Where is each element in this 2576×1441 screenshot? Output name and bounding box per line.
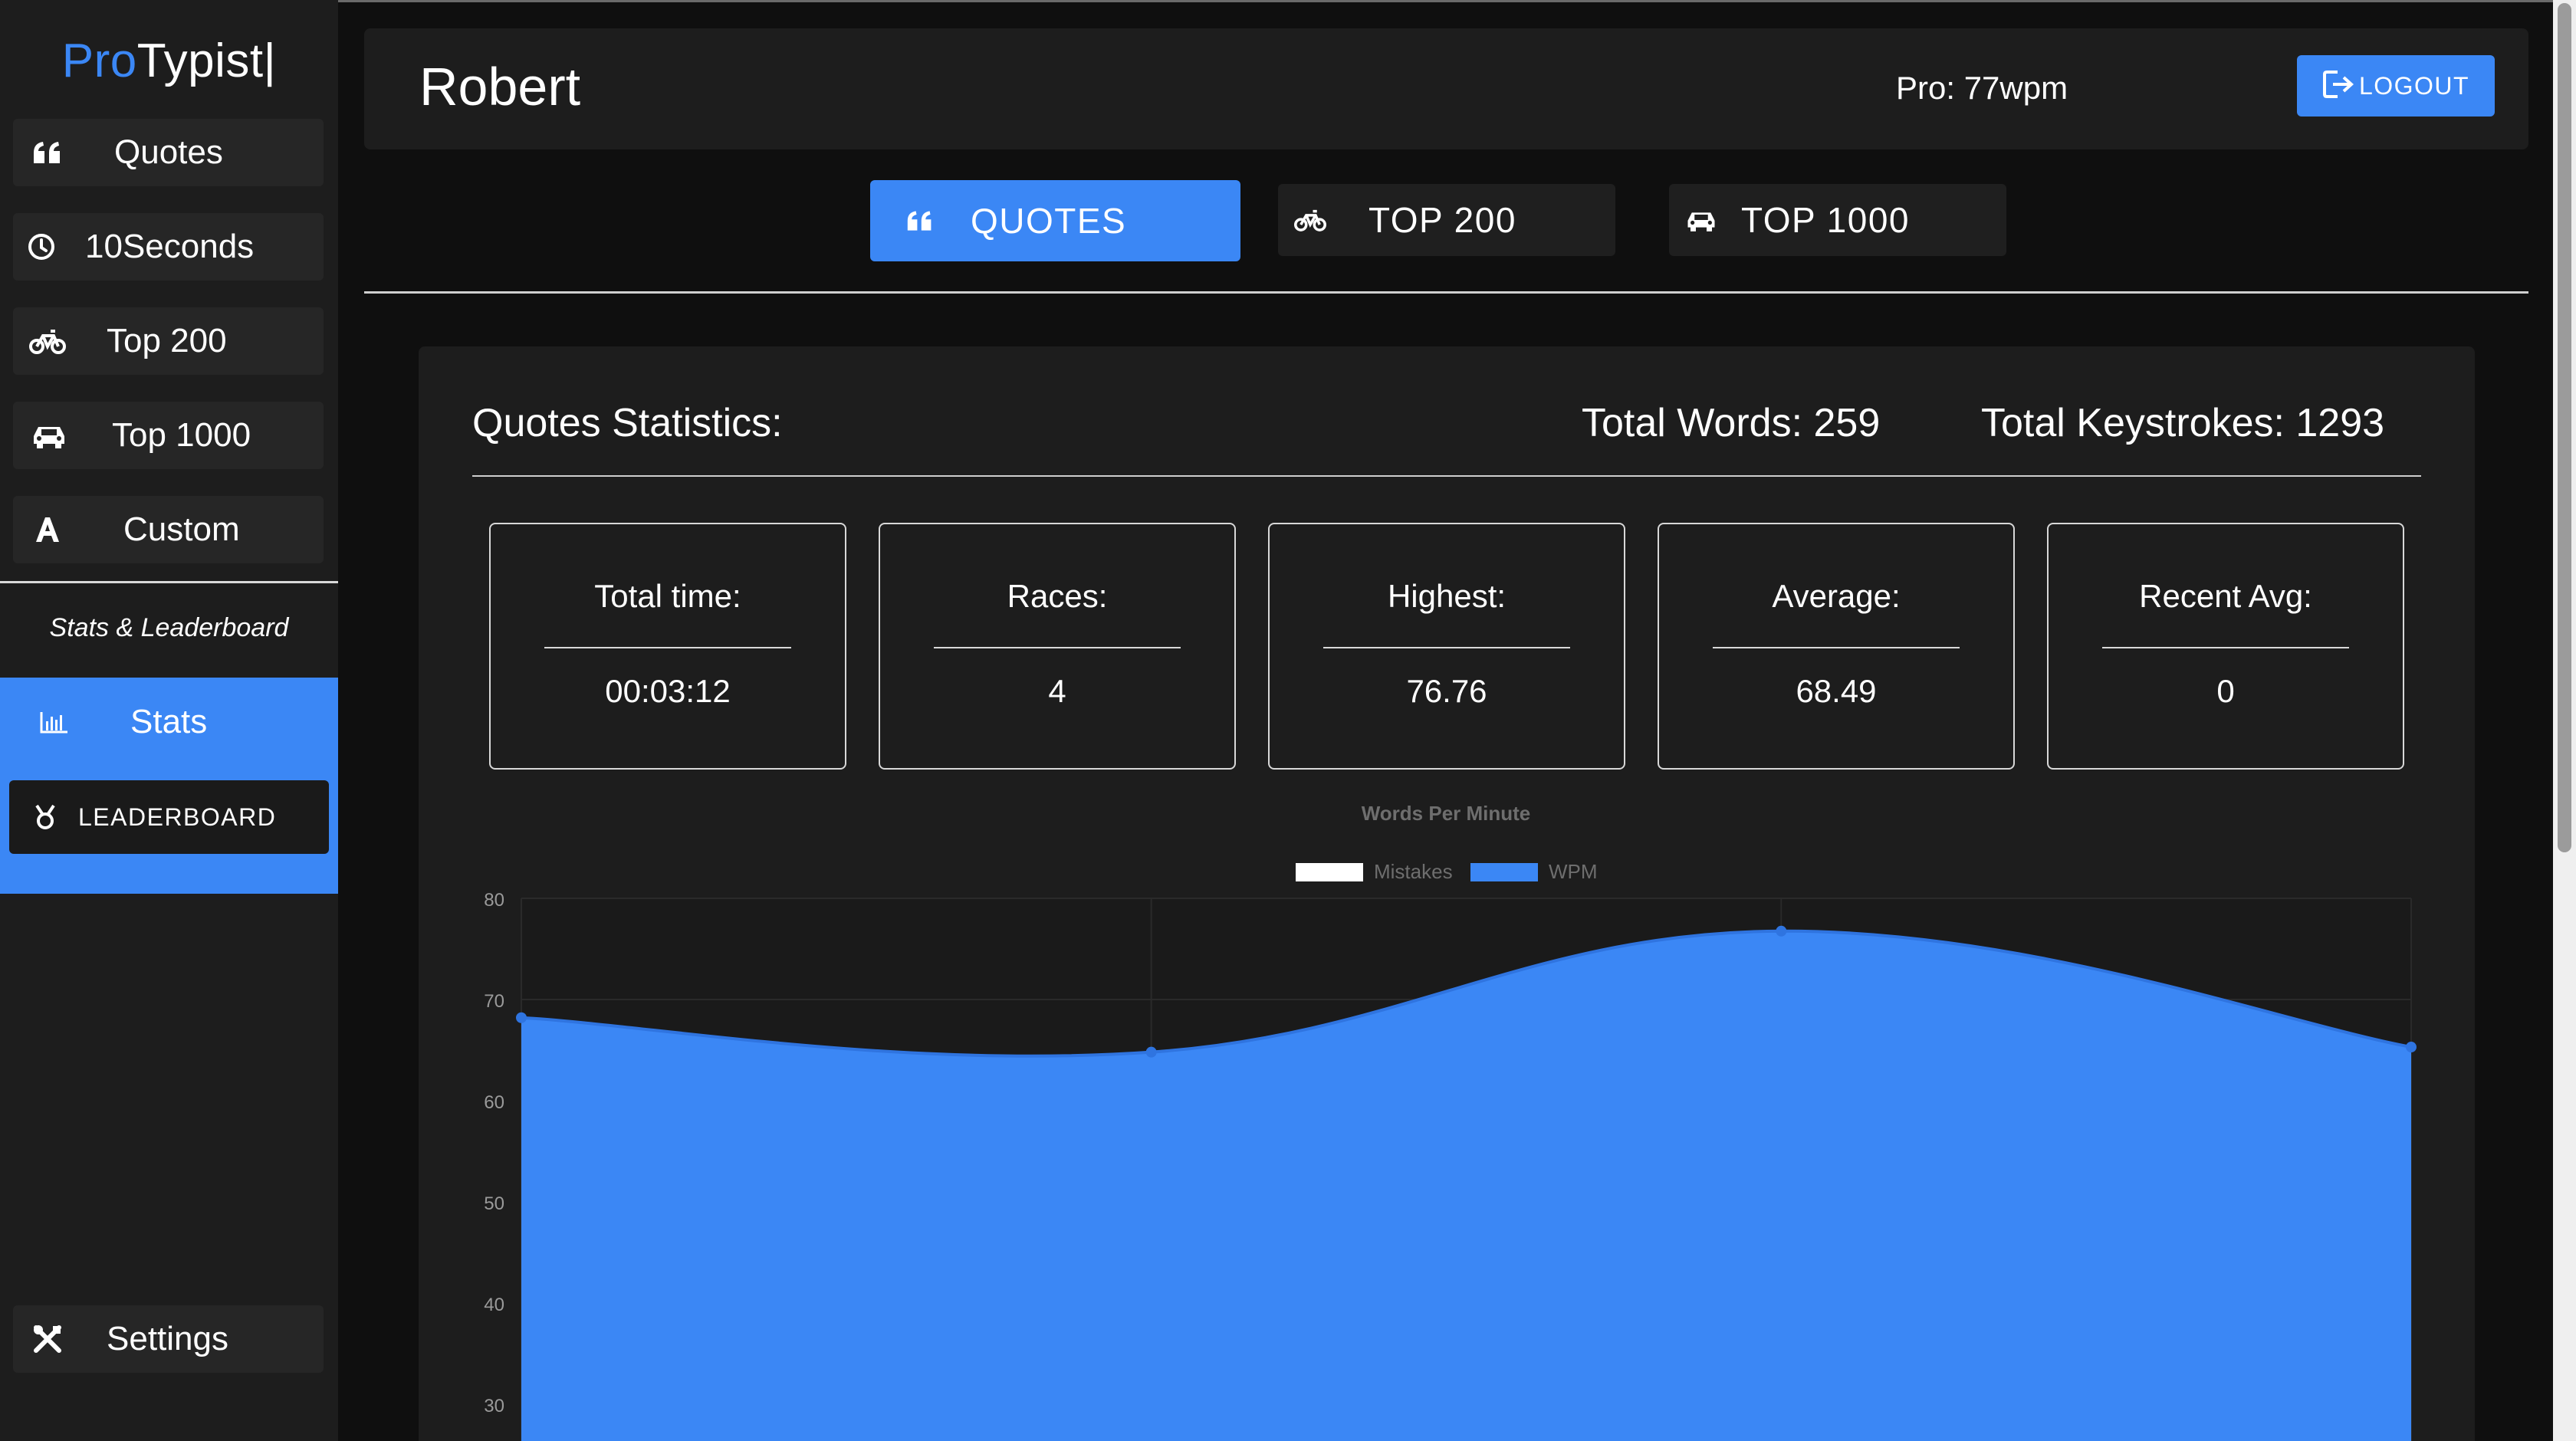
chart-title: Words Per Minute (1362, 802, 1531, 825)
scrollbar-thumb[interactable] (2558, 3, 2571, 852)
chart-legend-swatch (1296, 863, 1363, 881)
chart-legend-label: Mistakes (1374, 860, 1453, 883)
chart-y-tick-label: 70 (484, 991, 504, 1012)
chart-y-tick-label: 80 (484, 890, 504, 911)
wpm-chart: 80 70 60 50 40 30 Words Per Minute Mistakes WPM (484, 802, 2417, 1441)
chart-wpm-point (2406, 1042, 2417, 1053)
chart-wpm-point (1776, 925, 1787, 937)
chart-legend-swatch (1470, 863, 1538, 881)
chart-wpm-point (1145, 1046, 1157, 1058)
chart-y-tick-label: 60 (484, 1092, 504, 1113)
chart-y-tick-label: 40 (484, 1295, 504, 1315)
app-root: ProTypist| Quotes 10Seconds Top 200 Top (0, 0, 2576, 1441)
chart-legend-label: WPM (1549, 860, 1598, 883)
chart-y-tick-label: 30 (484, 1396, 504, 1416)
chart-y-tick-label: 50 (484, 1193, 504, 1214)
chart-wpm-point (516, 1012, 527, 1023)
